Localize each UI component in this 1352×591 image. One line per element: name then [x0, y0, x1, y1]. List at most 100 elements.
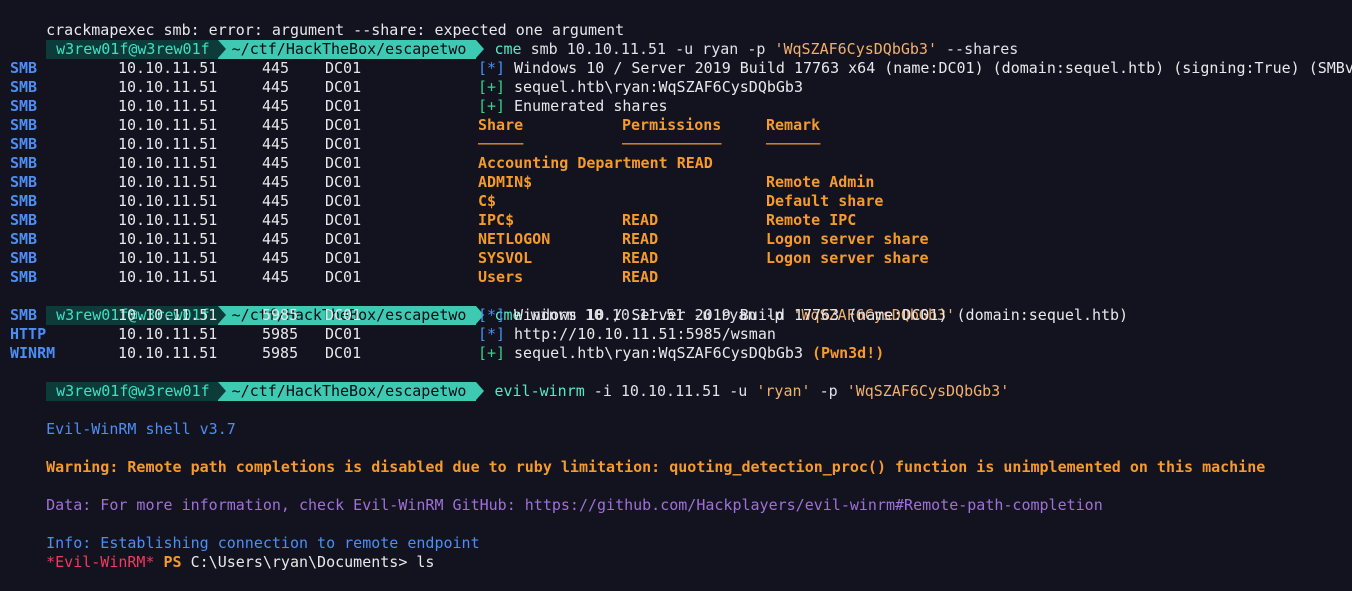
error-output-line: crackmapexec smb: error: argument --shar…	[0, 2, 1352, 39]
ip-address: 10.10.11.51	[118, 268, 218, 286]
share-name: Share	[478, 116, 524, 134]
share-name: SYSVOL	[478, 249, 533, 267]
status-message: Enumerated shares	[514, 97, 668, 115]
winrm-output-block: SMB 10.10.11.51 5985 DC01 [*] Windows 10 / Se…	[0, 306, 1352, 363]
host-name: DC01	[325, 344, 362, 362]
prompt-line: w3rew01f@w3rew01f ~/ctf/HackTheBox/escape…	[0, 21, 1352, 59]
status-tag: [+]	[478, 97, 506, 115]
output-row: SMB 10.10.11.51 445 DC01 IPC$ READ Remote IPC	[0, 211, 1352, 230]
host-name: DC01	[325, 230, 362, 248]
host-name: DC01	[325, 116, 362, 134]
protocol-label: SMB	[10, 173, 38, 191]
ip-address: 10.10.11.51	[118, 192, 218, 210]
port-number: 445	[262, 154, 290, 172]
protocol-label: SMB	[10, 78, 38, 96]
ip-address: 10.10.11.51	[118, 135, 218, 153]
evil-info: Info: Establishing connection to remote …	[0, 515, 1352, 552]
share-permission: ───────────	[622, 135, 722, 153]
output-row: SMB 10.10.11.51 445 DC01 [+] sequel.htb\ryan:…	[0, 78, 1352, 97]
share-remark: ──────	[766, 135, 821, 153]
ip-address: 10.10.11.51	[118, 97, 218, 115]
protocol-label: SMB	[10, 230, 38, 248]
port-number: 445	[262, 135, 290, 153]
output-row: SMB 10.10.11.51 445 DC01 C$ Default share	[0, 192, 1352, 211]
evil-shell-version: Evil-WinRM shell v3.7	[0, 401, 1352, 438]
host-name: DC01	[325, 268, 362, 286]
status-message: Windows 10 / Server 2019 Build 17763 x64…	[514, 59, 1352, 77]
share-permission: READ	[622, 268, 659, 286]
share-remark: Logon server share	[766, 230, 929, 248]
port-number: 445	[262, 249, 290, 267]
evil-data: Data: For more information, check Evil-W…	[0, 477, 1352, 514]
prompt-line: w3rew01f@w3rew01f ~/ctf/HackTheBox/escape…	[0, 287, 1352, 325]
output-row: WINRM 10.10.11.51 5985 DC01 [+] sequel.htb\ry…	[0, 344, 1352, 363]
host-name: DC01	[325, 78, 362, 96]
share-permission: Permissions	[622, 116, 722, 134]
port-number: 445	[262, 192, 290, 210]
ip-address: 10.10.11.51	[118, 78, 218, 96]
port-number: 445	[262, 268, 290, 286]
protocol-label: SMB	[10, 154, 38, 172]
output-row: SMB 10.10.11.51 445 DC01 [*] Windows 10 / Ser…	[0, 59, 1352, 78]
ip-address: 10.10.11.51	[118, 306, 218, 324]
port-number: 445	[262, 116, 290, 134]
host-name: DC01	[325, 249, 362, 267]
protocol-label: SMB	[10, 116, 38, 134]
share-remark: Logon server share	[766, 249, 929, 267]
share-remark: Remote Admin	[766, 173, 875, 191]
output-row: SMB 10.10.11.51 445 DC01 ───── ─────────── ───…	[0, 135, 1352, 154]
share-remark: Remote IPC	[766, 211, 857, 229]
output-row: SMB 10.10.11.51 445 DC01 Share Permissions Rem…	[0, 116, 1352, 135]
status-message: Windows 10 / Server 2019 Build 17763 (na…	[514, 306, 1129, 324]
port-number: 445	[262, 59, 290, 77]
evil-warning: Warning: Remote path completions is disa…	[0, 439, 1352, 476]
output-row: SMB 10.10.11.51 445 DC01 Users READ	[0, 268, 1352, 287]
prompt-line: w3rew01f@w3rew01f ~/ctf/HackTheBox/escape…	[0, 363, 1352, 401]
ip-address: 10.10.11.51	[118, 230, 218, 248]
ps-label: PS	[163, 553, 182, 571]
port-number: 445	[262, 230, 290, 248]
ip-address: 10.10.11.51	[118, 59, 218, 77]
port-number: 5985	[262, 344, 299, 362]
host-name: DC01	[325, 59, 362, 77]
ip-address: 10.10.11.51	[118, 116, 218, 134]
host-name: DC01	[325, 192, 362, 210]
output-row: SMB 10.10.11.51 445 DC01 Accounting Departme…	[0, 154, 1352, 173]
status-tag: [*]	[478, 325, 506, 343]
output-row: SMB 10.10.11.51 5985 DC01 [*] Windows 10 / Se…	[0, 306, 1352, 325]
port-number: 445	[262, 78, 290, 96]
protocol-label: SMB	[10, 268, 38, 286]
share-name: Users	[478, 268, 524, 286]
protocol-label: SMB	[10, 59, 38, 77]
message-with-flag: sequel.htb\ryan:WqSZAF6CysDQbGb3 (Pwn3d!…	[514, 344, 884, 363]
terminal-window[interactable]: crackmapexec smb: error: argument --shar…	[0, 0, 1352, 580]
ip-address: 10.10.11.51	[118, 211, 218, 229]
ip-address: 10.10.11.51	[118, 249, 218, 267]
share-name: NETLOGON	[478, 230, 551, 248]
port-number: 5985	[262, 306, 299, 324]
ip-address: 10.10.11.51	[118, 325, 218, 343]
port-number: 445	[262, 211, 290, 229]
host-name: DC01	[325, 135, 362, 153]
share-name: IPC$	[478, 211, 515, 229]
port-number: 445	[262, 97, 290, 115]
ps-path: C:\Users\ryan\Documents>	[190, 553, 408, 571]
ip-address: 10.10.11.51	[118, 344, 218, 362]
status-message: http://10.10.11.51:5985/wsman	[514, 325, 776, 343]
typed-command[interactable]: ls	[407, 553, 434, 571]
port-number: 445	[262, 173, 290, 191]
host-name: DC01	[325, 306, 362, 324]
output-row: SMB 10.10.11.51 445 DC01 [+] Enumerated share…	[0, 97, 1352, 116]
ip-address: 10.10.11.51	[118, 173, 218, 191]
evil-prompt-line[interactable]: *Evil-WinRM* PS C:\Users\ryan\Documents>…	[0, 534, 1352, 571]
share-name: ADMIN$	[478, 173, 533, 191]
share-remark: Remark	[766, 116, 821, 134]
protocol-label: SMB	[10, 192, 38, 210]
share-permission: READ	[622, 211, 659, 229]
share-name: Accounting Department	[478, 154, 668, 172]
pwned-flag: (Pwn3d!)	[812, 344, 885, 362]
